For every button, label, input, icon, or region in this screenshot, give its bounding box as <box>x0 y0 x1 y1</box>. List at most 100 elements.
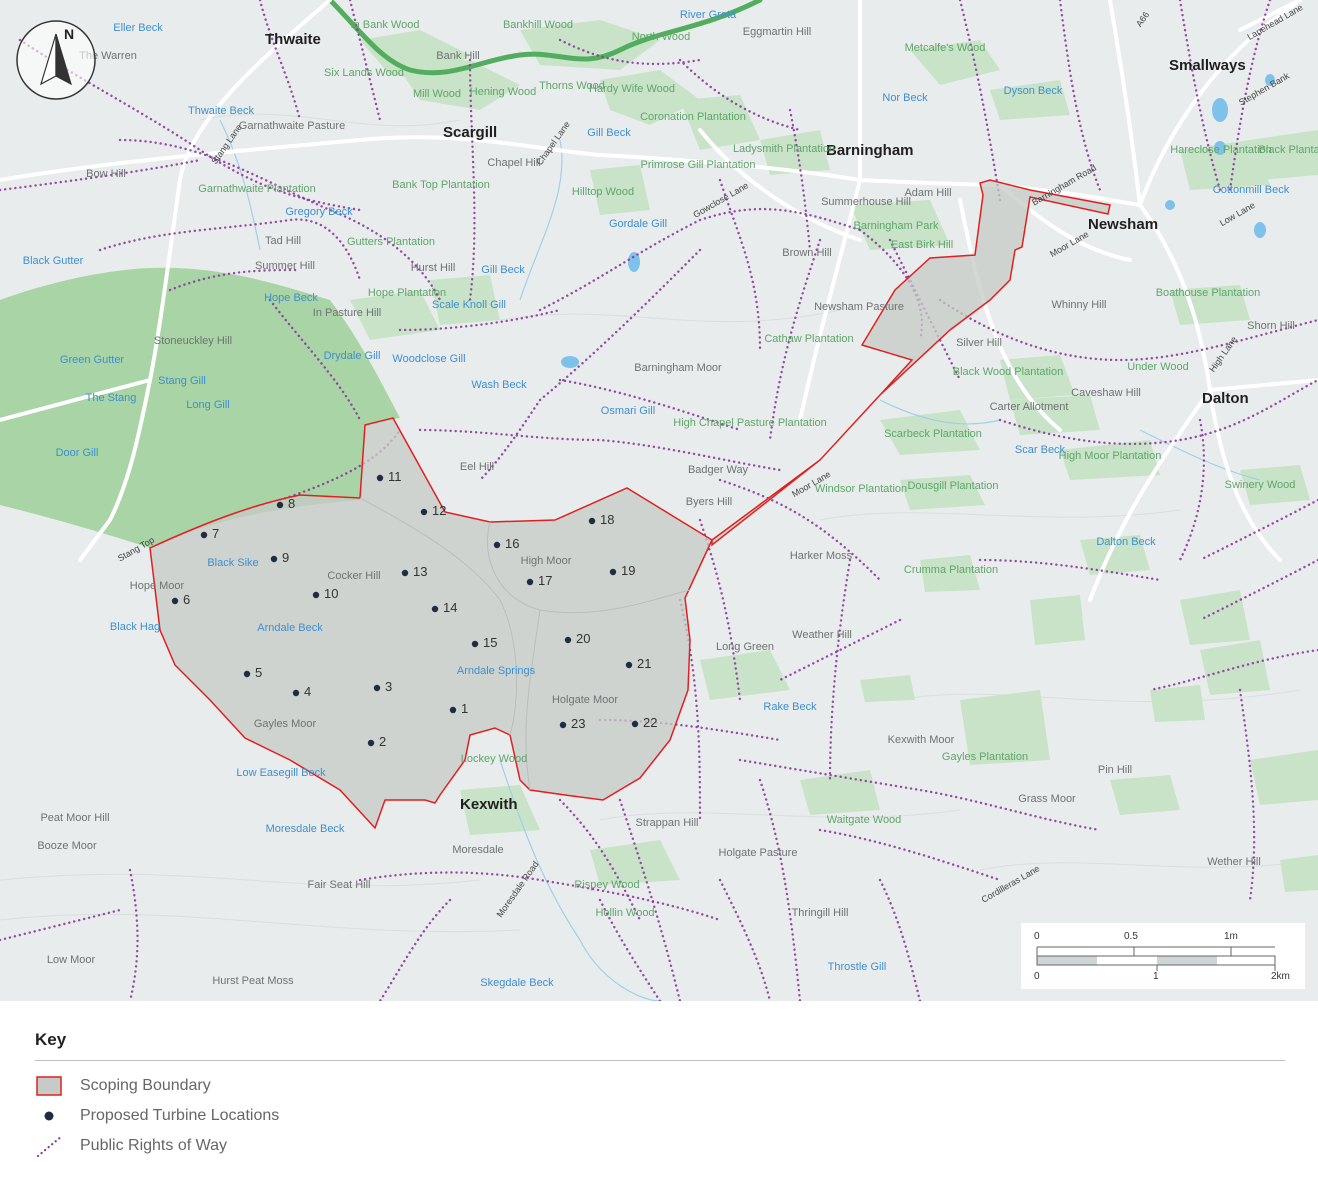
scale-km-2: 2km <box>1271 971 1290 982</box>
place-label: Hurst Hill <box>410 262 456 274</box>
turbine-18 <box>588 517 596 525</box>
place-label: Waitgate Wood <box>826 814 902 826</box>
turbine-22 <box>631 720 639 728</box>
place-label: Hilltop Wood <box>571 186 635 198</box>
place-label: Metcalfe's Wood <box>904 42 986 54</box>
turbine-17 <box>526 578 534 586</box>
woodland-patch <box>1150 685 1205 722</box>
turbine-14 <box>431 605 439 613</box>
place-label: Carter Allotment <box>989 401 1069 413</box>
turbine-15 <box>471 640 479 648</box>
place-label: Green Gutter <box>59 354 125 366</box>
woodland-patch <box>1280 855 1318 892</box>
turbine-1 <box>449 706 457 714</box>
turbine-label-23: 23 <box>571 716 586 731</box>
place-label: The Stang <box>85 392 137 404</box>
place-label: Strappan Hill <box>635 817 699 829</box>
place-label: Black Gutter <box>22 255 84 267</box>
place-label: Kexwith <box>460 796 518 813</box>
place-label: Ladysmith Plantation <box>732 143 836 155</box>
woodland-patch <box>1200 640 1270 695</box>
place-label: Black Plantation <box>1258 144 1318 156</box>
map-canvas[interactable]: 1 2 3 4 5 6 7 8 9 10 11 12 13 14 15 16 17 18 19 20 21 22 23 Thw… <box>0 0 1318 1001</box>
place-label: Gill Beck <box>587 127 631 139</box>
key-item-turbine: Proposed Turbine Locations <box>35 1105 1285 1135</box>
place-label: Dyson Beck <box>1003 85 1063 97</box>
turbine-12 <box>420 508 428 516</box>
turbine-label-3: 3 <box>385 679 393 694</box>
scale-km-0: 0 <box>1034 971 1040 982</box>
place-label: North Wood <box>631 31 691 43</box>
place-label: Hope Moor <box>129 580 185 592</box>
place-label: Six Lands Wood <box>324 67 404 79</box>
place-label: Black Wood Plantation <box>952 366 1064 378</box>
place-label: Wether Hill <box>1207 856 1261 868</box>
place-label: East Birk Hill <box>890 239 954 251</box>
place-label: Summer Hill <box>255 260 315 272</box>
place-label: Arndale Springs <box>456 665 536 677</box>
turbine-2 <box>367 739 375 747</box>
turbine-23 <box>559 721 567 729</box>
scale-mile-half: 0.5 <box>1124 931 1138 942</box>
water-body <box>1254 222 1266 238</box>
place-label: Arndale Beck <box>257 622 323 634</box>
place-label: Tad Hill <box>264 235 302 247</box>
place-label: Scale Knoll Gill <box>432 299 506 311</box>
place-label: Grass Moor <box>1018 793 1076 805</box>
turbine-5 <box>243 670 251 678</box>
place-label: Swinery Wood <box>1224 479 1296 491</box>
place-label: Scarbeck Plantation <box>884 428 982 440</box>
place-label: Woodclose Gill <box>392 353 466 365</box>
place-label: Holgate Pasture <box>718 847 798 859</box>
place-label: Long Green <box>715 641 775 653</box>
row-dotted-line-icon <box>36 1135 64 1157</box>
place-label: Pin Hill <box>1097 764 1133 776</box>
north-arrow: N <box>15 14 97 104</box>
place-label: Long Gill <box>186 399 230 411</box>
key-label-boundary: Scoping Boundary <box>80 1077 211 1094</box>
water-body <box>561 356 579 368</box>
place-label: Gayles Plantation <box>941 751 1029 763</box>
place-label: Adam Hill <box>904 187 952 199</box>
turbine-label-10: 10 <box>324 586 339 601</box>
place-label: Bankhill Wood <box>502 19 574 31</box>
place-label: Moresdale Beck <box>265 823 345 835</box>
compass-icon <box>16 20 96 100</box>
place-label: Kexwith Moor <box>887 734 955 746</box>
water-body <box>1165 200 1175 210</box>
turbine-10 <box>312 591 320 599</box>
place-label: Cathaw Plantation <box>764 333 854 345</box>
turbine-7 <box>200 531 208 539</box>
key-title: Key <box>35 1030 67 1049</box>
turbine-label-19: 19 <box>621 563 636 578</box>
turbine-dot-icon <box>44 1111 54 1121</box>
place-label: Hurst Peat Moss <box>212 975 294 987</box>
turbine-label-12: 12 <box>432 503 447 518</box>
turbine-label-11: 11 <box>388 469 402 484</box>
place-label: Drydale Gill <box>323 350 381 362</box>
turbine-3 <box>373 684 381 692</box>
place-label: Byers Hill <box>685 496 733 508</box>
scale-mile-0: 0 <box>1034 931 1040 942</box>
place-label: Scar Beck <box>1014 444 1066 456</box>
turbine-label-9: 9 <box>282 550 290 565</box>
turbine-8 <box>276 501 284 509</box>
turbine-19 <box>609 568 617 576</box>
place-label: In Pasture Hill <box>312 307 382 319</box>
turbine-13 <box>401 569 409 577</box>
place-label: Shorn Hill <box>1247 320 1295 332</box>
turbine-label-20: 20 <box>576 631 591 646</box>
place-label: Chapel Hill <box>487 157 541 169</box>
turbine-label-6: 6 <box>183 592 191 607</box>
turbine-label-2: 2 <box>379 734 387 749</box>
place-label: Windsor Plantation <box>814 483 908 495</box>
turbine-9 <box>270 555 278 563</box>
map-key: Key Scoping Boundary Proposed Turbine Lo… <box>35 1030 1285 1165</box>
key-label-turbine: Proposed Turbine Locations <box>80 1107 280 1124</box>
place-label: Barningham Park <box>853 220 939 232</box>
place-label: High Moor <box>520 555 572 567</box>
place-label: Mill Wood <box>412 88 462 100</box>
place-label: Weather Hill <box>792 629 852 641</box>
place-label: Gregory Beck <box>285 206 353 218</box>
place-label: Brown Hill <box>782 247 832 259</box>
